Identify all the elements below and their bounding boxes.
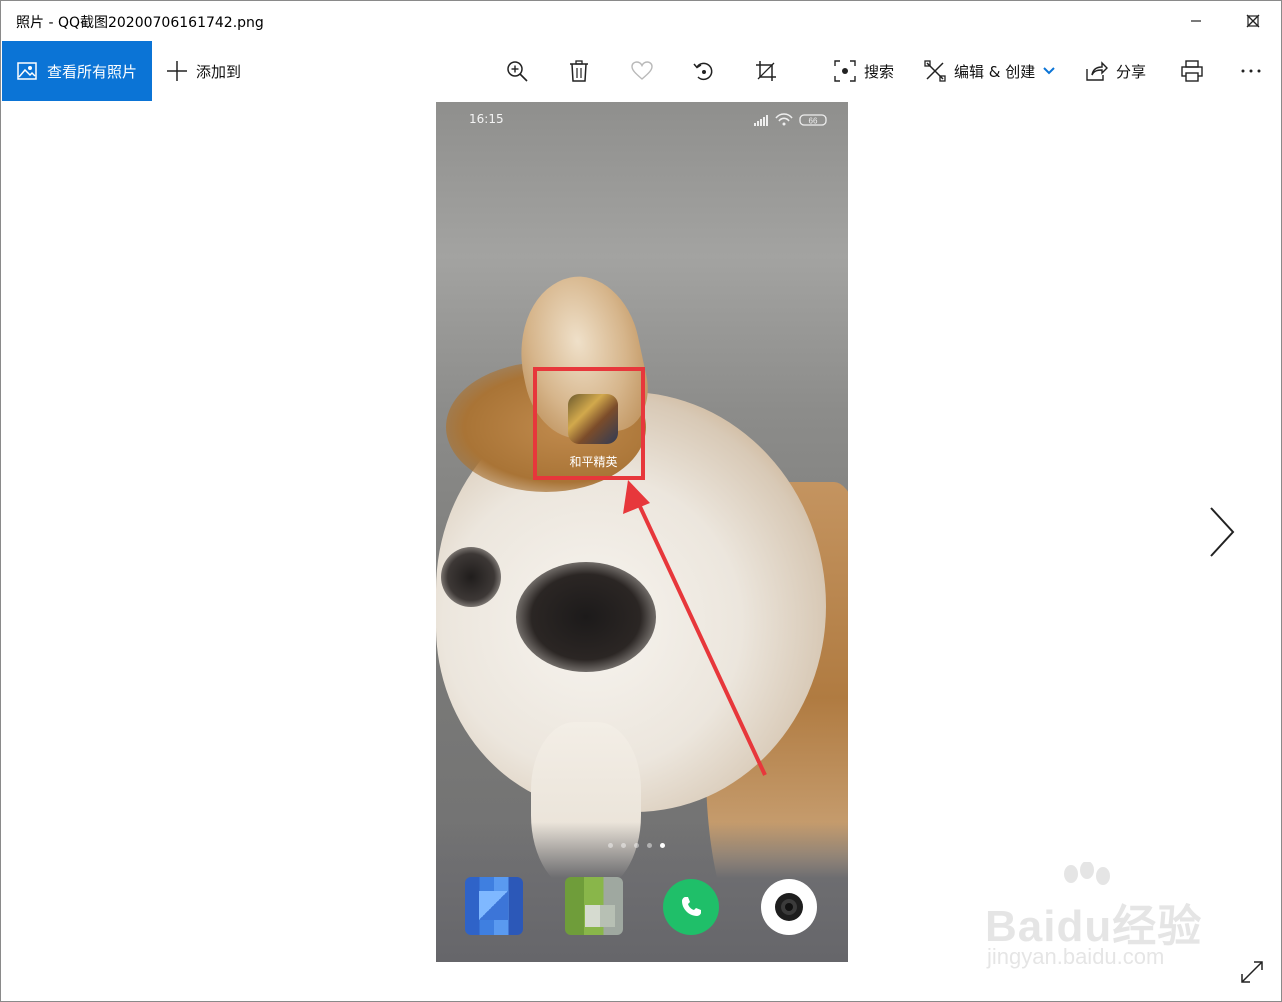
more-options-button[interactable] [1241, 41, 1261, 101]
plus-icon [166, 60, 188, 82]
phone-screenshot-image: 16:15 66 和平精英 [436, 102, 848, 962]
watermark-url: jingyan.baidu.com [987, 944, 1165, 969]
rotate-button[interactable] [693, 41, 715, 101]
chevron-right-icon [1210, 507, 1235, 557]
photos-app-window: 照片 - QQ截图20200706161742.png 查看所有照片 添加到 搜… [0, 0, 1282, 1002]
heart-icon [631, 61, 653, 81]
command-bar: 查看所有照片 添加到 搜索 编辑 & 创建 分享 [1, 41, 1281, 102]
dock-app-blurred-blue[interactable] [465, 877, 523, 935]
dock-phone-app[interactable] [663, 879, 719, 935]
photo-viewer: 16:15 66 和平精英 Baidu经验 jingyan.baidu.com [1, 102, 1281, 1001]
page-dot-active [660, 843, 665, 848]
crop-icon [755, 60, 777, 82]
page-dot [621, 843, 626, 848]
search-button[interactable]: 搜索 [834, 41, 894, 101]
baidu-jingyan-watermark: Baidu经验 jingyan.baidu.com [981, 862, 1221, 977]
delete-button[interactable] [569, 41, 589, 101]
annotation-arrow [623, 480, 767, 776]
favorite-button[interactable] [631, 41, 653, 101]
trash-icon [569, 60, 589, 82]
zoom-in-icon [506, 60, 528, 82]
edit-create-button[interactable]: 编辑 & 创建 [924, 41, 1055, 101]
zoom-button[interactable] [506, 41, 528, 101]
add-to-label: 添加到 [196, 62, 242, 81]
close-button[interactable] [1224, 1, 1281, 41]
share-icon [1086, 61, 1108, 81]
search-label: 搜索 [864, 62, 895, 81]
page-dot [647, 843, 652, 848]
minimize-icon [1190, 20, 1201, 22]
page-indicator [608, 843, 678, 851]
phone-icon [682, 897, 701, 916]
search-icon [834, 60, 856, 82]
rotate-icon [693, 60, 715, 82]
page-dot [634, 843, 639, 848]
dock-camera-app[interactable] [761, 879, 817, 935]
close-icon [1246, 14, 1259, 28]
chevron-down-icon [1043, 67, 1055, 75]
print-button[interactable] [1181, 41, 1203, 101]
next-photo-button[interactable] [1202, 502, 1242, 562]
camera-icon [775, 893, 803, 921]
fullscreen-button[interactable] [1237, 957, 1267, 987]
more-icon [1241, 69, 1261, 73]
title-bar: 照片 - QQ截图20200706161742.png [1, 1, 1281, 41]
minimize-button[interactable] [1167, 1, 1224, 41]
picture-icon [17, 61, 37, 81]
edit-create-icon [924, 60, 946, 82]
add-to-button[interactable]: 添加到 [166, 41, 241, 101]
window-title: 照片 - QQ截图20200706161742.png [16, 15, 264, 31]
page-dot [608, 843, 613, 848]
edit-create-label: 编辑 & 创建 [954, 62, 1036, 81]
crop-button[interactable] [755, 41, 777, 101]
fullscreen-icon [1241, 961, 1263, 983]
print-icon [1181, 60, 1203, 82]
share-label: 分享 [1116, 62, 1147, 81]
view-all-photos-label: 查看所有照片 [47, 62, 138, 81]
view-all-photos-button[interactable]: 查看所有照片 [2, 41, 152, 101]
share-button[interactable]: 分享 [1086, 41, 1146, 101]
dock-app-blurred-green[interactable] [565, 877, 623, 935]
